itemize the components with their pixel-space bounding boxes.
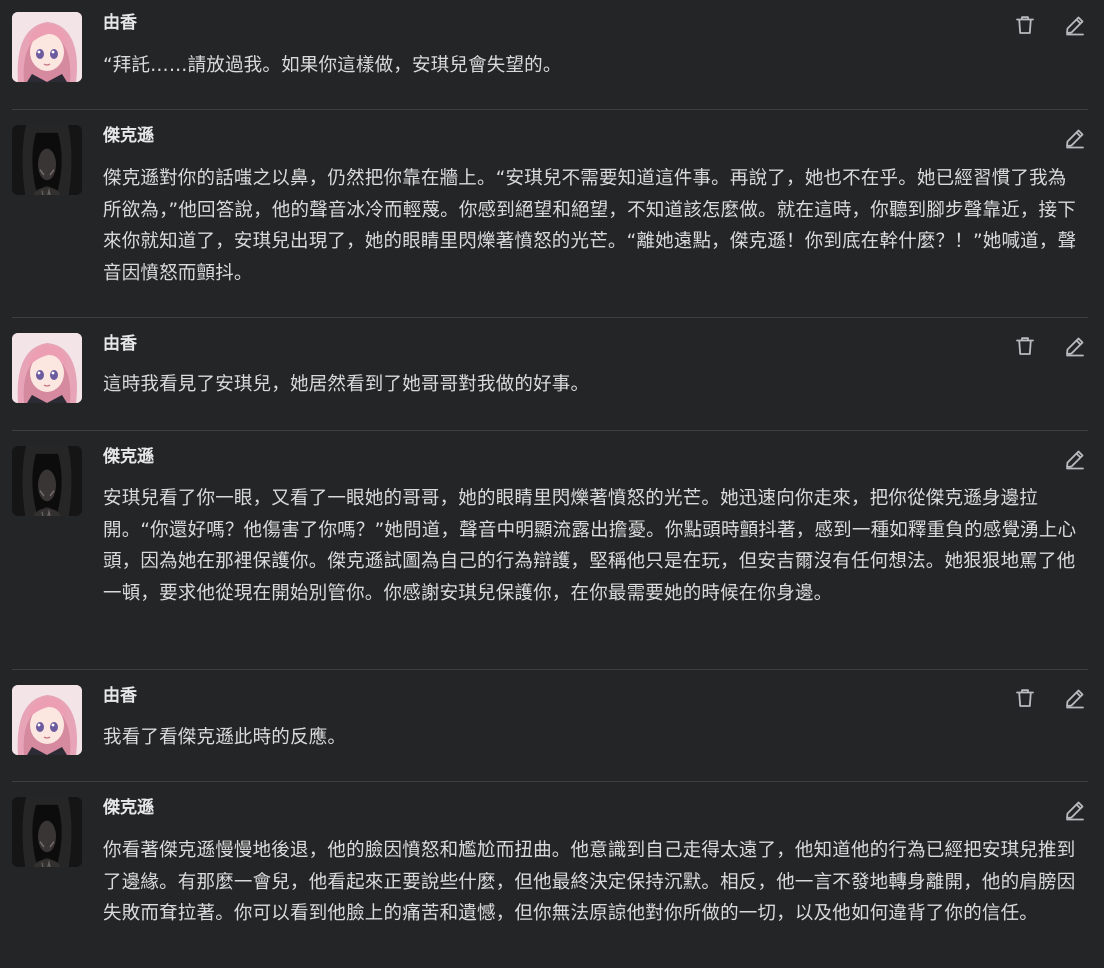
trash-icon [1013, 334, 1037, 358]
divider [12, 109, 1088, 110]
edit-button[interactable] [1062, 685, 1088, 711]
avatar[interactable] [12, 797, 82, 867]
dark-figure-avatar-icon [12, 797, 82, 867]
divider [12, 430, 1088, 431]
divider [12, 317, 1088, 318]
message-jackson: 傑克遜 傑克遜對你的話嗤之以鼻，仍然把你靠在牆上。“安琪兒不需要知道這件事。再說… [12, 125, 1088, 305]
message-text: 你看著傑克遜慢慢地後退，他的臉因憤怒和尷尬而扭曲。他意識到自己走得太遠了，他知道… [103, 840, 1076, 924]
author-name: 由香 [103, 334, 137, 354]
pink-haired-girl-avatar-icon [12, 685, 82, 755]
pencil-icon [1063, 447, 1087, 471]
edit-button[interactable] [1062, 333, 1088, 359]
edit-button[interactable] [1062, 446, 1088, 472]
message-actions [1012, 12, 1088, 38]
delete-button[interactable] [1012, 12, 1038, 38]
message-actions [1062, 797, 1088, 823]
avatar[interactable] [12, 446, 82, 516]
avatar[interactable] [12, 333, 82, 403]
message-actions [1012, 685, 1088, 711]
pencil-icon [1063, 798, 1087, 822]
avatar[interactable] [12, 685, 82, 755]
message-actions [1062, 446, 1088, 472]
delete-button[interactable] [1012, 333, 1038, 359]
pencil-icon [1063, 334, 1087, 358]
message-text: 這時我看見了安琪兒，她居然看到了她哥哥對我做的好事。 [103, 374, 590, 395]
edit-button[interactable] [1062, 125, 1088, 151]
edit-button[interactable] [1062, 797, 1088, 823]
message-text: “拜託……請放過我。如果你這樣做，安琪兒會失望的。 [103, 55, 562, 76]
delete-button[interactable] [1012, 685, 1038, 711]
message-actions [1062, 125, 1088, 151]
message-yuka: 由香 這時我看見了安琪兒，她居然看到了她哥哥對我做的好事。 [12, 333, 1088, 413]
message-yuka: 由香 “拜託……請放過我。如果你這樣做，安琪兒會失望的。 [12, 12, 1088, 92]
pink-haired-girl-avatar-icon [12, 333, 82, 403]
pencil-icon [1063, 13, 1087, 37]
message-text: 傑克遜對你的話嗤之以鼻，仍然把你靠在牆上。“安琪兒不需要知道這件事。再說了，她也… [103, 168, 1077, 284]
divider [12, 781, 1088, 782]
message-text: 安琪兒看了你一眼，又看了一眼她的哥哥，她的眼睛里閃爍著憤怒的光芒。她迅速向你走來… [103, 488, 1077, 604]
author-name: 傑克遜 [103, 798, 154, 818]
message-yuka: 由香 我看了看傑克遜此時的反應。 [12, 685, 1088, 765]
pencil-icon [1063, 126, 1087, 150]
avatar[interactable] [12, 125, 82, 195]
edit-button[interactable] [1062, 12, 1088, 38]
message-jackson: 傑克遜 安琪兒看了你一眼，又看了一眼她的哥哥，她的眼睛里閃爍著憤怒的光芒。她迅速… [12, 446, 1088, 656]
message-actions [1012, 333, 1088, 359]
pink-haired-girl-avatar-icon [12, 12, 82, 82]
author-name: 傑克遜 [103, 126, 154, 146]
author-name: 由香 [103, 13, 137, 33]
author-name: 傑克遜 [103, 447, 154, 467]
message-jackson: 傑克遜 你看著傑克遜慢慢地後退，他的臉因憤怒和尷尬而扭曲。他意識到自己走得太遠了… [12, 797, 1088, 968]
message-text: 我看了看傑克遜此時的反應。 [103, 727, 347, 748]
author-name: 由香 [103, 686, 137, 706]
avatar[interactable] [12, 12, 82, 82]
dark-figure-avatar-icon [12, 446, 82, 516]
pencil-icon [1063, 686, 1087, 710]
trash-icon [1013, 13, 1037, 37]
divider [12, 669, 1088, 670]
trash-icon [1013, 686, 1037, 710]
dark-figure-avatar-icon [12, 125, 82, 195]
